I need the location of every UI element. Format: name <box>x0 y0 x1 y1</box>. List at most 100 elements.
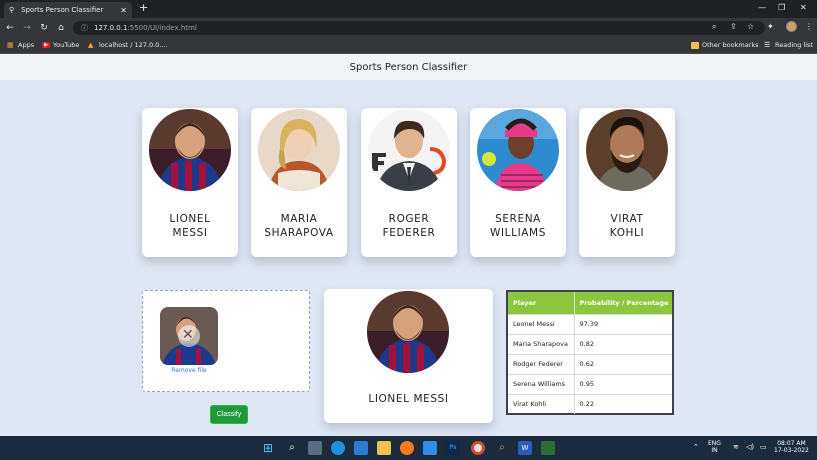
store-icon[interactable] <box>354 441 368 455</box>
player-name-federer: ROGER FEDERER <box>361 212 457 240</box>
task-view-icon[interactable] <box>308 441 322 455</box>
player-name-line2: SHARAPOVA <box>264 227 334 239</box>
menu-icon[interactable]: ⋮ <box>805 22 813 31</box>
volume-icon[interactable]: ◁) <box>746 444 754 451</box>
player-name-line1: SERENA <box>495 213 541 225</box>
table-row: Leonel Messi 97.39 <box>508 313 672 334</box>
header-player: Player <box>508 292 575 314</box>
player-card-sharapova: MARIA SHARAPOVA <box>251 108 347 257</box>
clock-time: 08:07 AM <box>777 440 806 447</box>
page-title: Sports Person Classifier <box>349 61 468 73</box>
bookmarks-bar: ▦ Apps ▶ YouTube ▲ localhost / 127.0.0..… <box>0 38 817 54</box>
os-taskbar: ⊞ ⌕ Ps ⌕ W ⌃ ENG IN ≋ ◁) ▭ 08:07 AM 17-0… <box>0 436 817 460</box>
bookmark-youtube[interactable]: ▶ YouTube <box>42 41 79 49</box>
extensions-icon[interactable]: ✦ <box>767 22 774 31</box>
bookmark-star-icon[interactable]: ☆ <box>747 22 754 31</box>
reading-list[interactable]: ☰ Reading list <box>764 41 813 49</box>
player-photo-federer <box>368 109 450 191</box>
new-tab-icon[interactable]: + <box>139 2 148 14</box>
edge-icon[interactable] <box>331 441 345 455</box>
home-icon[interactable]: ⌂ <box>54 23 68 33</box>
tray-chevron-icon[interactable]: ⌃ <box>693 444 699 451</box>
zoom-search-icon[interactable]: ⌕ <box>712 22 716 32</box>
other-bookmarks[interactable]: Other bookmarks <box>691 41 759 49</box>
row-probability: 0.82 <box>574 333 672 354</box>
lang-line2: IN <box>711 447 718 454</box>
table-row: Virat Kohli 0.22 <box>508 393 672 414</box>
bookmark-label: YouTube <box>53 41 80 49</box>
row-player: Virat Kohli <box>508 393 575 414</box>
player-name-line1: ROGER <box>388 213 430 225</box>
result-photo <box>367 291 449 373</box>
player-photo-messi <box>149 109 231 191</box>
battery-icon[interactable]: ▭ <box>760 444 767 451</box>
youtube-icon: ▶ <box>42 42 50 48</box>
reload-icon[interactable]: ↻ <box>37 23 51 33</box>
browser-tab[interactable]: ⚲ Sports Person Classifier ✕ <box>4 2 132 18</box>
row-probability: 0.22 <box>574 393 672 414</box>
remove-file-link[interactable]: Remove file <box>157 367 221 374</box>
photoshop-icon[interactable]: Ps <box>446 441 460 455</box>
minimize-icon[interactable]: — <box>758 3 766 12</box>
player-name-line1: MARIA <box>280 213 318 225</box>
share-icon[interactable]: ⇪ <box>730 22 737 31</box>
vscode-icon[interactable] <box>423 441 437 455</box>
url-bar[interactable]: ⓘ 127.0.0.1 :5500/UI/index.html <box>73 21 765 35</box>
chrome-icon[interactable] <box>471 441 485 455</box>
apps-grid-icon: ▦ <box>7 40 14 49</box>
tab-favicon-icon: ⚲ <box>9 5 15 14</box>
row-player: Leonel Messi <box>508 313 575 334</box>
language-indicator[interactable]: ENG IN <box>708 440 721 454</box>
classify-button[interactable]: Classify <box>210 405 248 424</box>
row-probability: 97.39 <box>574 313 672 334</box>
close-window-icon[interactable]: ✕ <box>800 3 807 12</box>
table-row: Serena Williams 0.95 <box>508 373 672 394</box>
lang-line1: ENG <box>708 440 721 447</box>
folder-icon <box>691 41 699 49</box>
start-windows-icon[interactable]: ⊞ <box>261 441 275 455</box>
back-icon[interactable]: ← <box>3 23 17 33</box>
profile-avatar[interactable] <box>786 21 797 32</box>
player-card-federer: ROGER FEDERER <box>361 108 457 257</box>
terminal-icon[interactable] <box>541 441 555 455</box>
player-card-williams: SERENA WILLIAMS <box>470 108 566 257</box>
uploaded-image-thumbnail: ✕ <box>160 307 218 365</box>
table-header-row: Player Probability / Percentage <box>508 292 672 314</box>
header-probability: Probability / Percentage <box>574 292 672 314</box>
file-explorer-icon[interactable] <box>377 441 391 455</box>
player-name-sharapova: MARIA SHARAPOVA <box>251 212 347 240</box>
player-photo-kohli <box>586 109 668 191</box>
url-path: :5500/UI/index.html <box>127 24 197 32</box>
forward-icon[interactable]: → <box>20 23 34 33</box>
remove-x-icon[interactable]: ✕ <box>182 328 194 342</box>
player-name-kohli: VIRAT KOHLI <box>579 212 675 240</box>
player-photo-sharapova <box>258 109 340 191</box>
row-probability: 0.62 <box>574 353 672 374</box>
maximize-icon[interactable]: ❐ <box>778 3 785 12</box>
clock[interactable]: 08:07 AM 17-03-2022 <box>774 440 809 454</box>
image-dropzone[interactable]: ✕ Remove file <box>142 290 310 392</box>
row-player: Rodger Federer <box>508 353 575 374</box>
player-name-line1: LIONEL <box>169 213 211 225</box>
wifi-icon[interactable]: ≋ <box>733 444 739 451</box>
row-player: Serena Williams <box>508 373 575 394</box>
row-probability: 0.95 <box>574 373 672 394</box>
bookmark-apps[interactable]: ▦ Apps <box>7 41 34 49</box>
player-name-line2: MESSI <box>172 227 208 239</box>
search-app-icon[interactable]: ⌕ <box>495 441 509 455</box>
table-row: Rodger Federer 0.62 <box>508 353 672 374</box>
player-name-line2: FEDERER <box>382 227 436 239</box>
close-tab-icon[interactable]: ✕ <box>120 6 127 15</box>
probability-table: Player Probability / Percentage Leonel M… <box>506 290 674 415</box>
player-name-line2: KOHLI <box>609 227 645 239</box>
bookmark-localhost[interactable]: ▲ localhost / 127.0.0.... <box>88 41 168 49</box>
search-icon[interactable]: ⌕ <box>285 441 299 455</box>
url-host: 127.0.0.1 <box>94 24 128 32</box>
bookmark-label: Apps <box>18 41 35 49</box>
word-icon[interactable]: W <box>518 441 532 455</box>
player-card-messi: LIONEL MESSI <box>142 108 238 257</box>
page-header: Sports Person Classifier <box>0 54 817 81</box>
site-info-icon[interactable]: ⓘ <box>81 23 88 33</box>
firefox-icon[interactable] <box>400 441 414 455</box>
player-card-kohli: VIRAT KOHLI <box>579 108 675 257</box>
